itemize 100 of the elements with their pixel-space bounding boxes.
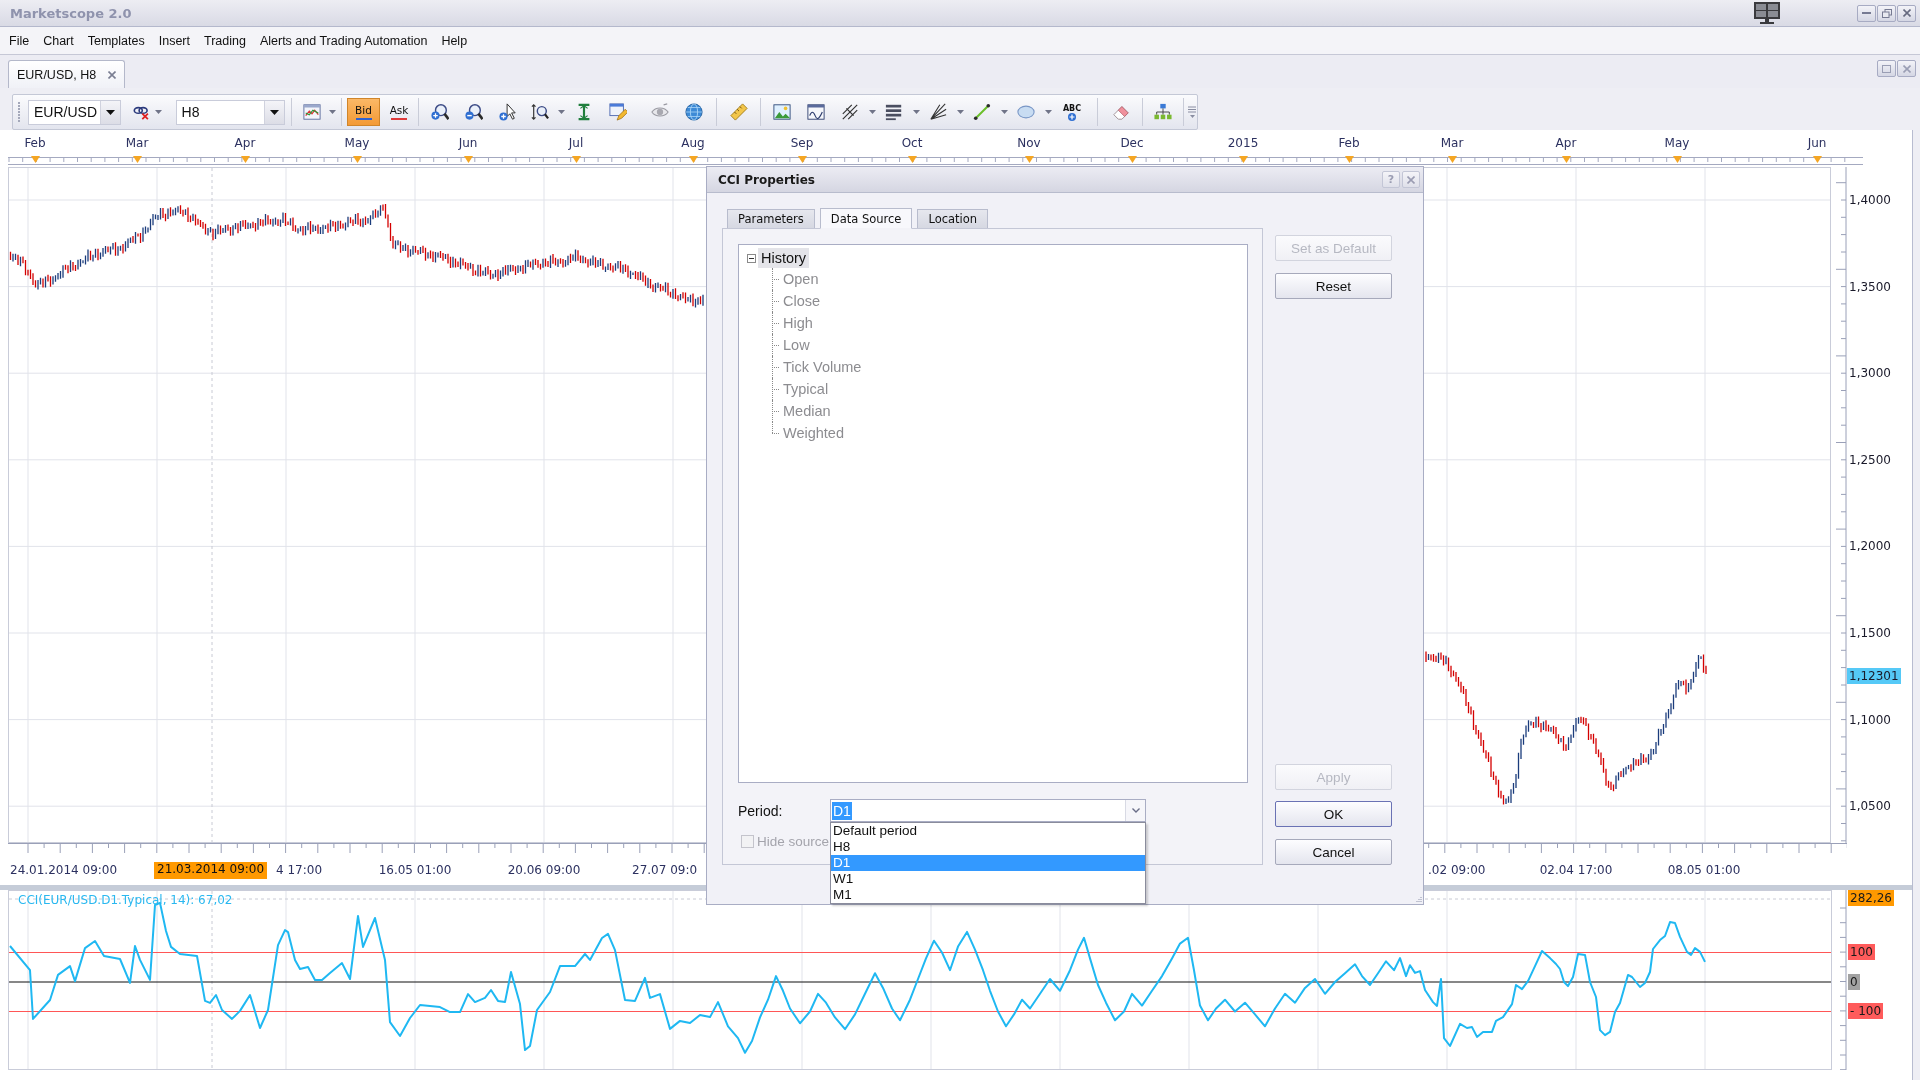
resize-grip-icon[interactable] [1415,896,1422,903]
month-label: Aug [681,136,705,151]
price-label: 1,3000 [1848,365,1892,382]
monitor-icon[interactable] [1754,2,1780,24]
triangle-marker-icon [241,156,250,163]
triangle-marker-icon [1562,156,1571,163]
menu-item[interactable]: Insert [151,33,197,48]
menu-item[interactable]: Alerts and Trading Automation [252,33,435,48]
level-label: 100 [1848,944,1875,960]
current-price-label: 1,12301 [1847,668,1901,684]
text-tool-button[interactable]: ABC [1055,97,1089,127]
chevron-icon[interactable] [1131,808,1140,813]
month-label: Jun [458,136,478,151]
month-label: 2015 [1227,136,1259,151]
overflow-icon[interactable] [1188,106,1196,118]
time-label: 16.05 01:00 [378,863,452,878]
instrument-select[interactable]: EUR/USD [28,99,121,125]
chain-link-icon[interactable] [133,104,151,120]
minimize-button[interactable] [1857,4,1876,22]
triangle-marker-icon [1025,156,1034,163]
month-label: Feb [24,136,46,151]
time-label: 27.07 09:0 [632,863,698,878]
price-label: 1,3500 [1848,278,1892,295]
triangle-marker-icon [689,156,698,163]
time-label: 4 17:00 [276,863,323,878]
month-label: Sep [790,136,814,151]
month-label: Mar [1440,136,1464,151]
close-button[interactable] [1402,171,1420,188]
close-icon[interactable] [1407,175,1415,184]
tab[interactable]: Data Source [819,208,913,229]
picture-icon[interactable] [773,103,791,121]
cancel-button[interactable]: Cancel [1275,839,1392,865]
price-label: 1,2500 [1848,451,1892,468]
tab[interactable]: Location [917,209,989,228]
dropdown-option[interactable]: H8 [831,839,1145,855]
tree-item[interactable]: History [758,248,810,268]
triangle-marker-icon [464,156,473,163]
close-button[interactable] [1897,4,1916,22]
restore-icon [1881,8,1892,18]
timeframe-select[interactable]: H8 [175,99,285,125]
triangle-marker-icon [1345,156,1354,163]
window-title: Marketscope 2.0 [10,5,132,21]
month-label: May [344,136,370,151]
caret-icon[interactable] [105,109,115,115]
eraser-icon[interactable] [1112,103,1130,121]
collapse-icon[interactable] [747,253,756,263]
document-tab[interactable]: EUR/USD, H8 [8,60,126,88]
time-label: 24.01.2014 09:00 [10,863,118,878]
triangle-marker-icon [1128,156,1137,163]
triangle-marker-icon [572,156,581,163]
line-chart-icon[interactable] [303,103,321,121]
ruler-icon[interactable] [730,103,748,121]
time-label: .02 09:00 [1428,863,1486,878]
magnifier-icon[interactable] [531,103,549,121]
window-chart-icon[interactable] [807,103,825,121]
zoom-in-icon[interactable] [431,103,449,121]
tab[interactable]: Parameters [727,209,815,228]
cursor-time-label: 21.03.2014 09:00 [154,862,268,879]
crossed-lines-icon[interactable] [841,103,859,121]
menu-item[interactable]: Templates [80,33,152,48]
price-label: 1,1500 [1848,625,1892,641]
dropdown-option[interactable]: M1 [831,887,1145,903]
month-label: Dec [1120,136,1144,151]
line-icon[interactable] [973,103,991,121]
close-icon[interactable] [1902,9,1911,17]
triangle-marker-icon [31,156,40,163]
month-label: Feb [1338,136,1360,151]
menu-item[interactable]: Chart [36,33,81,48]
close-icon[interactable] [108,70,117,79]
toolbar-grip-icon[interactable] [17,102,21,122]
globe-icon[interactable] [685,103,703,121]
lines-icon[interactable] [885,103,903,121]
close-icon[interactable] [1902,64,1911,73]
menu-item[interactable]: Help [434,33,475,48]
menu-item[interactable]: File [2,33,37,48]
price-mode-button[interactable]: Ask [385,98,413,126]
maximize-button[interactable] [1877,60,1896,77]
ellipse-icon[interactable] [1017,103,1035,121]
month-label: Mar [125,136,149,151]
zoom-out-icon[interactable] [465,103,483,121]
month-label: Nov [1017,136,1041,151]
dropdown-option[interactable]: W1 [831,871,1145,887]
triangle-marker-icon [908,156,917,163]
restore-button[interactable] [1877,4,1896,22]
ok-button[interactable]: OK [1275,801,1392,827]
dropdown-option[interactable]: Default period [831,823,1145,839]
month-label: Apr [1555,136,1577,151]
fan-lines-icon[interactable] [929,103,947,121]
window-pencil-icon[interactable] [609,103,627,121]
caret-icon[interactable] [270,109,279,115]
price-label: 1,4000 [1848,192,1892,208]
reset-button[interactable]: Reset [1275,273,1392,299]
dialog-title: CCI Properties [718,172,816,187]
cursor-icon[interactable] [499,103,517,121]
time-label: 08.05 01:00 [1667,863,1741,878]
menu-item[interactable]: Trading [197,33,253,48]
hierarchy-icon[interactable] [1154,103,1172,121]
close-button[interactable] [1897,60,1916,77]
period-label: Period: [738,802,784,819]
price-mode-button[interactable]: Bid [347,98,380,126]
